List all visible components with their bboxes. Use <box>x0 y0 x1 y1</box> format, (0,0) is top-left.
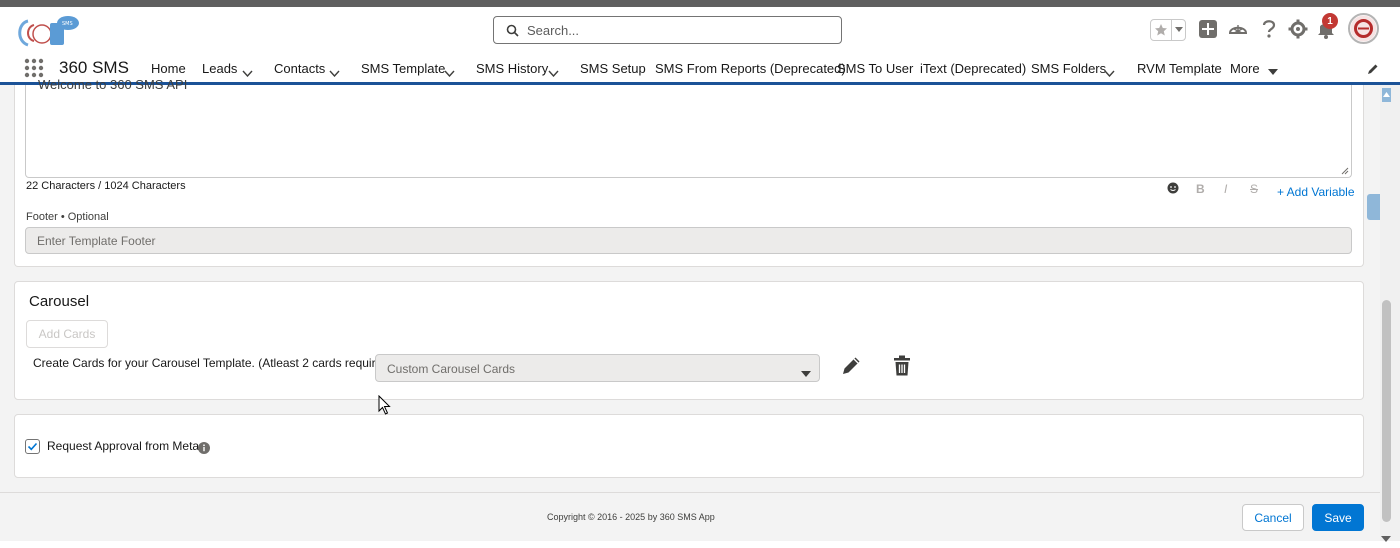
scroll-down-arrow-icon[interactable] <box>1381 530 1391 548</box>
nav-item-sms-from-reports[interactable]: SMS From Reports (Deprecated) <box>655 61 846 76</box>
carousel-cards-select[interactable]: Custom Carousel Cards <box>375 354 820 382</box>
add-variable-link[interactable]: + Add Variable <box>1277 185 1355 199</box>
global-header: SMS Search... 1 <box>0 7 1400 51</box>
checkmark-icon <box>27 442 38 451</box>
nav-item-contacts[interactable]: Contacts <box>274 61 325 76</box>
favorite-star-icon[interactable] <box>1151 20 1173 40</box>
notification-count-badge: 1 <box>1322 13 1338 29</box>
sms-history-chevron-down-icon[interactable] <box>548 64 559 82</box>
cancel-label: Cancel <box>1254 510 1292 525</box>
save-button[interactable]: Save <box>1312 504 1364 531</box>
scroll-up-arrow-icon[interactable] <box>1382 88 1391 107</box>
italic-icon[interactable]: I <box>1224 182 1227 196</box>
nav-item-rvm-template[interactable]: RVM Template <box>1137 61 1222 76</box>
strikethrough-icon[interactable]: S <box>1250 182 1258 196</box>
setup-gear-icon[interactable] <box>1288 19 1308 44</box>
search-placeholder: Search... <box>527 22 580 38</box>
template-body-textarea[interactable]: Welcome to 360 SMS API <box>25 77 1352 178</box>
character-count: 22 Characters / 1024 Characters <box>26 180 186 192</box>
carousel-select-value: Custom Carousel Cards <box>387 362 516 376</box>
sms-template-chevron-down-icon[interactable] <box>444 64 455 82</box>
trailhead-icon[interactable] <box>1228 19 1248 44</box>
request-approval-label: Request Approval from Meta <box>47 439 200 453</box>
approval-card <box>14 414 1364 478</box>
nav-item-more[interactable]: More <box>1230 61 1260 76</box>
nav-item-sms-folders[interactable]: SMS Folders <box>1031 61 1106 76</box>
cancel-button[interactable]: Cancel <box>1242 504 1304 531</box>
resize-handle-icon[interactable] <box>1341 167 1349 175</box>
carousel-card <box>14 281 1364 400</box>
nav-item-home[interactable]: Home <box>151 61 186 76</box>
template-footer-input[interactable]: Enter Template Footer <box>25 227 1352 254</box>
browser-top-strip <box>0 0 1400 7</box>
request-approval-checkbox[interactable] <box>25 439 40 454</box>
contacts-chevron-down-icon[interactable] <box>329 64 340 82</box>
copyright-text: Copyright © 2016 - 2025 by 360 SMS App <box>547 512 715 522</box>
leads-chevron-down-icon[interactable] <box>242 64 253 82</box>
sms-folders-chevron-down-icon[interactable] <box>1104 64 1115 82</box>
global-search-input[interactable]: Search... <box>493 16 842 44</box>
template-body-text: Welcome to 360 SMS API <box>38 77 188 92</box>
bold-icon[interactable]: B <box>1196 182 1205 196</box>
utility-side-tab[interactable] <box>1367 194 1380 220</box>
app-navigation-bar: 360 SMS Home Leads Contacts SMS Template… <box>0 51 1400 85</box>
emoji-icon[interactable] <box>1167 182 1179 197</box>
carousel-title: Carousel <box>29 293 90 310</box>
save-label: Save <box>1324 510 1352 525</box>
global-actions-plus-icon[interactable] <box>1198 19 1218 44</box>
scrollbar-thumb[interactable] <box>1382 300 1391 522</box>
nav-item-sms-to-user[interactable]: SMS To User <box>837 61 913 76</box>
nav-item-sms-history[interactable]: SMS History <box>476 61 548 76</box>
favorites-group <box>1150 19 1186 41</box>
mouse-cursor-icon <box>378 394 392 420</box>
favorites-dropdown-icon[interactable] <box>1172 20 1185 40</box>
delete-trash-icon[interactable] <box>893 355 911 381</box>
info-icon[interactable] <box>198 441 210 459</box>
footer-placeholder: Enter Template Footer <box>37 234 156 248</box>
edit-pencil-icon[interactable] <box>841 355 862 381</box>
nav-item-itext[interactable]: iText (Deprecated) <box>920 61 1026 76</box>
nav-item-sms-template[interactable]: SMS Template <box>361 61 445 76</box>
add-cards-button[interactable]: Add Cards <box>26 320 108 348</box>
app-logo: SMS <box>14 15 82 51</box>
edit-nav-pencil-icon[interactable] <box>1367 62 1379 80</box>
svg-text:SMS: SMS <box>62 21 73 27</box>
help-icon[interactable] <box>1260 19 1278 44</box>
nav-item-leads[interactable]: Leads <box>202 61 237 76</box>
user-avatar[interactable] <box>1348 13 1379 44</box>
more-caret-down-icon[interactable] <box>1268 63 1278 81</box>
app-name: 360 SMS <box>59 58 129 77</box>
footer-label: Footer • Optional <box>26 211 109 223</box>
nav-item-sms-setup[interactable]: SMS Setup <box>580 61 646 76</box>
search-icon <box>506 24 519 37</box>
carousel-description: Create Cards for your Carousel Template.… <box>33 356 393 370</box>
add-cards-label: Add Cards <box>38 327 96 341</box>
caret-down-icon <box>801 366 811 380</box>
